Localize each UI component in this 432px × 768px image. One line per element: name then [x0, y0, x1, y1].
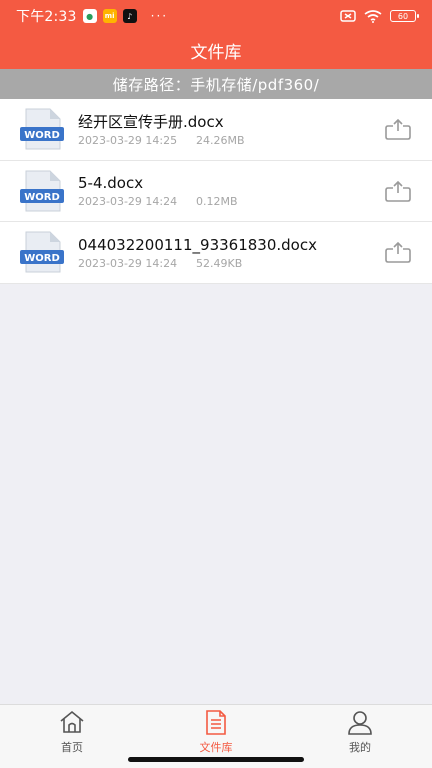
file-size: 52.49KB	[196, 256, 243, 270]
home-indicator[interactable]	[128, 757, 304, 762]
notification-app-icon: ●	[82, 9, 97, 23]
word-badge: WORD	[24, 192, 60, 203]
share-icon[interactable]	[384, 180, 412, 202]
nav-item-home[interactable]: 首页	[0, 705, 144, 768]
file-date: 2023-03-29 14:24	[78, 195, 178, 209]
file-icon	[206, 710, 226, 735]
file-info: 044032200111_93361830.docx 2023-03-29 14…	[78, 235, 384, 270]
file-list: WORD 经开区宣传手册.docx 2023-03-29 14:25 24.26…	[0, 99, 432, 284]
file-meta: 2023-03-29 14:24 52.49KB	[78, 257, 384, 270]
nav-label-file-library: 文件库	[199, 741, 233, 754]
file-info: 5-4.docx 2023-03-29 14:24 0.12MB	[78, 173, 384, 208]
file-name: 5-4.docx	[78, 174, 144, 193]
file-info: 经开区宣传手册.docx 2023-03-29 14:25 24.26MB	[78, 112, 384, 147]
battery-icon: 60	[390, 10, 419, 22]
mi-app-icon: mi	[102, 9, 117, 23]
nav-label-profile: 我的	[349, 741, 371, 754]
status-bar: 下午2:33 ● mi ♪ ··· 60	[0, 0, 432, 32]
file-row[interactable]: WORD 经开区宣传手册.docx 2023-03-29 14:25 24.26…	[0, 99, 432, 161]
file-size: 24.26MB	[196, 133, 245, 147]
wifi-icon	[364, 9, 382, 23]
share-icon[interactable]	[384, 118, 412, 141]
file-row[interactable]: WORD 044032200111_93361830.docx 2023-03-…	[0, 222, 432, 284]
file-name: 044032200111_93361830.docx	[78, 235, 317, 254]
tiktok-icon: ♪	[122, 9, 137, 23]
status-time: 下午2:33	[16, 9, 77, 25]
nav-item-profile[interactable]: 我的	[288, 705, 432, 768]
word-document-icon: WORD	[20, 108, 64, 150]
file-meta: 2023-03-29 14:25 24.26MB	[78, 134, 384, 147]
no-sim-icon	[340, 10, 356, 22]
file-meta: 2023-03-29 14:24 0.12MB	[78, 195, 384, 208]
header-bar: 文件库	[0, 32, 432, 69]
word-badge: WORD	[24, 253, 60, 264]
storage-path-bar: 储存路径：手机存储/pdf360/	[0, 69, 432, 99]
share-icon[interactable]	[384, 241, 412, 264]
profile-icon	[348, 711, 372, 735]
page-title: 文件库	[190, 43, 242, 63]
file-date: 2023-03-29 14:25	[78, 133, 178, 147]
more-notifications-icon: ···	[150, 9, 169, 23]
file-size: 0.12MB	[196, 195, 238, 209]
home-icon	[60, 710, 84, 733]
word-badge: WORD	[24, 130, 60, 141]
storage-path-text: 储存路径：手机存储/pdf360/	[112, 75, 320, 94]
file-row[interactable]: WORD 5-4.docx 2023-03-29 14:24 0.12MB	[0, 161, 432, 222]
file-name: 经开区宣传手册.docx	[78, 112, 224, 131]
word-document-icon: WORD	[20, 231, 64, 273]
file-date: 2023-03-29 14:24	[78, 256, 178, 270]
word-document-icon: WORD	[20, 170, 64, 212]
nav-label-home: 首页	[61, 741, 83, 754]
